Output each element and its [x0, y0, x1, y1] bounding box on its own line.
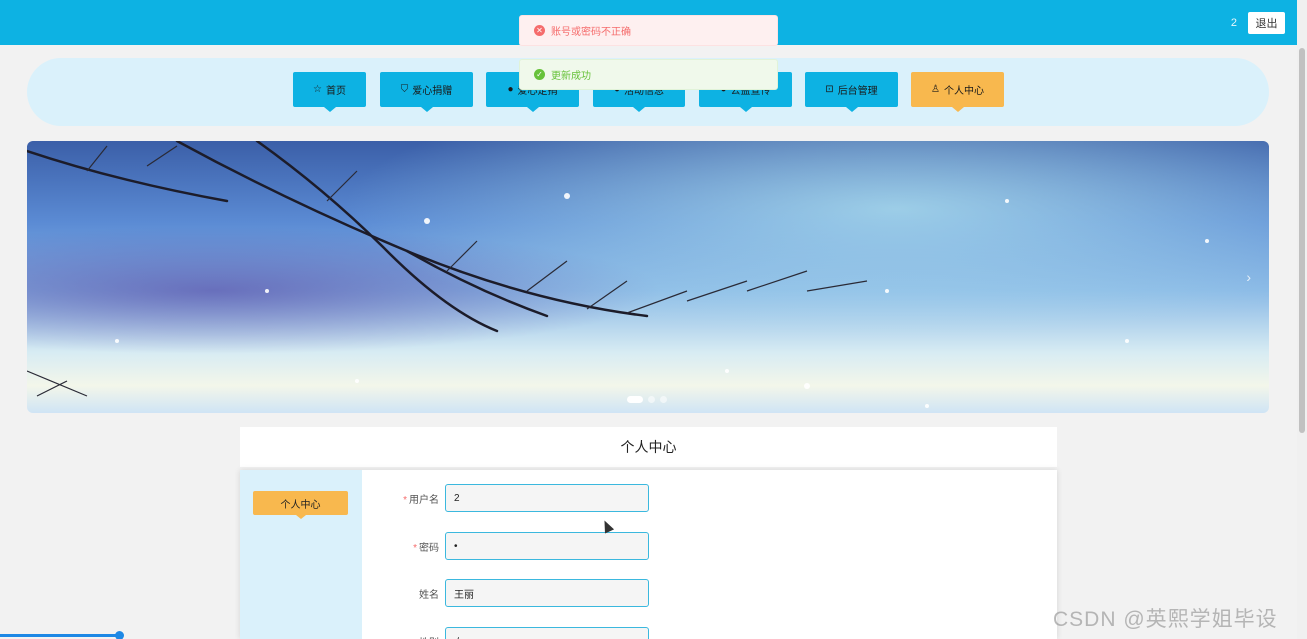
- logout-button[interactable]: 退出: [1248, 12, 1285, 34]
- profile-sidebar: 个人中心: [240, 470, 362, 639]
- bag-icon: ⛉: [400, 84, 409, 95]
- check-icon: ✓: [534, 69, 545, 80]
- username-input[interactable]: 2: [445, 484, 649, 512]
- sidebar-item-profile[interactable]: 个人中心: [253, 491, 348, 519]
- page-title: 个人中心: [240, 427, 1057, 467]
- username-label: 用户名: [409, 494, 439, 506]
- form-row-password: * 密码 •: [362, 532, 762, 560]
- nav-item-label: 爱心捐赠: [412, 86, 453, 97]
- success-message: 更新成功: [551, 71, 591, 82]
- carousel-next-arrow[interactable]: ›: [1246, 269, 1251, 285]
- nav-item-label: 后台管理: [837, 86, 878, 97]
- briefcase-icon: ⊡: [825, 84, 834, 95]
- nav-item-label: 个人中心: [943, 86, 984, 97]
- carousel-dot[interactable]: [648, 396, 655, 403]
- progress-bar[interactable]: [0, 631, 124, 639]
- carousel-dot[interactable]: [660, 396, 667, 403]
- progress-knob[interactable]: [115, 631, 124, 639]
- form-row-name: 姓名 王丽: [362, 579, 762, 607]
- carousel-dot[interactable]: [627, 396, 643, 403]
- star-icon: ☆: [313, 84, 322, 95]
- user-icon: ♙: [931, 84, 940, 95]
- form-row-username: * 用户名 2: [362, 484, 762, 512]
- success-toast: ✓ 更新成功: [519, 59, 778, 90]
- nav-item-label: 首页: [325, 86, 346, 97]
- error-message: 账号或密码不正确: [551, 27, 631, 38]
- gender-label: 性别: [362, 634, 445, 639]
- current-username: 2: [1230, 17, 1237, 29]
- banner-carousel: ›: [27, 141, 1269, 413]
- profile-panel: 个人中心 *用户名 2 *密码 • 姓名 王丽 性别 女: [240, 470, 1057, 639]
- error-icon: ✕: [534, 25, 545, 36]
- scrollbar-thumb[interactable]: [1299, 48, 1305, 433]
- nav-item-admin[interactable]: ⊡ 后台管理: [805, 72, 898, 112]
- password-input[interactable]: •: [445, 532, 649, 560]
- name-input[interactable]: 王丽: [445, 579, 649, 607]
- error-toast: ✕ 账号或密码不正确: [519, 15, 778, 46]
- name-label: 姓名: [419, 589, 439, 601]
- form-row-gender: 性别 女: [362, 627, 762, 639]
- nav-item-profile[interactable]: ♙ 个人中心: [911, 72, 1004, 112]
- password-label: 密码: [419, 542, 439, 554]
- nav-item-home[interactable]: ☆ 首页: [293, 72, 366, 112]
- nav-item-donation[interactable]: ⛉ 爱心捐赠: [380, 72, 473, 112]
- gender-input[interactable]: 女: [445, 627, 649, 639]
- page-scrollbar[interactable]: [1297, 0, 1307, 639]
- carousel-indicators: [627, 396, 667, 403]
- info-icon: ●: [507, 84, 514, 95]
- snowy-branches-image: [27, 141, 1209, 408]
- watermark: CSDN @英熙学姐毕设: [1053, 608, 1278, 631]
